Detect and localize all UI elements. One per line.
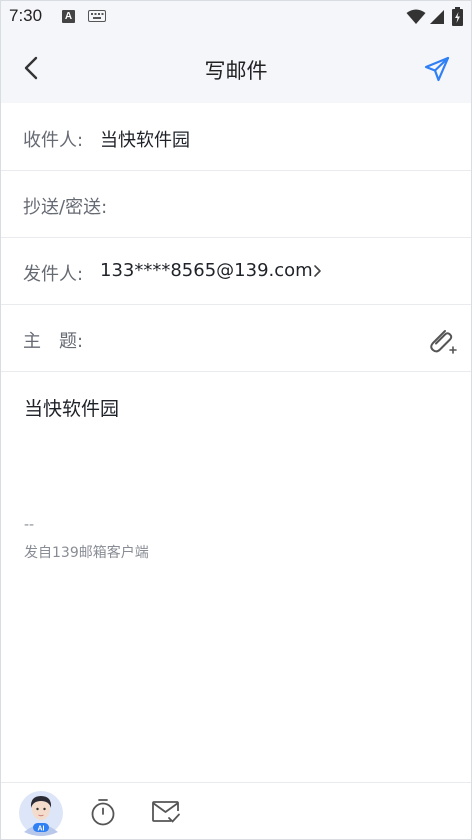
cc-bcc-label: 抄送/密送: [23, 197, 108, 218]
battery-icon [452, 7, 463, 26]
subject-row[interactable]: 主 题: [1, 305, 471, 372]
recipient-row[interactable]: 收件人: 当快软件园 [1, 104, 471, 171]
signature-separator: -- [24, 517, 35, 533]
ai-avatar-icon[interactable]: AI [18, 790, 64, 836]
receipt-envelope-icon[interactable] [151, 799, 181, 825]
app-bar: 写邮件 [1, 33, 471, 103]
subject-label: 主 题: [23, 331, 84, 352]
recipient-chip[interactable]: 当快软件园 [100, 126, 190, 152]
status-a-icon: A [62, 10, 75, 23]
status-time: 7:30 [9, 6, 43, 25]
recipient-label: 收件人: [23, 130, 84, 151]
keyboard-icon [88, 10, 106, 22]
signature-text: 发自139邮箱客户端 [24, 545, 149, 561]
message-body[interactable]: 当快软件园 [24, 394, 119, 421]
attachment-icon[interactable] [425, 325, 459, 355]
status-bar: 7:30 A [1, 1, 471, 33]
sender-row[interactable]: 发件人: 133****8565@139.com [1, 238, 471, 305]
cc-bcc-row[interactable]: 抄送/密送: [1, 171, 471, 238]
chevron-right-icon[interactable] [313, 264, 323, 278]
compose-screen: 7:30 A 写邮件 收件人: 当快软件园 抄送/密送: 发件人: 133***… [0, 0, 472, 840]
signal-icon [430, 10, 444, 24]
sender-label: 发件人: [23, 264, 84, 285]
page-title: 写邮件 [204, 59, 268, 83]
wifi-icon [406, 9, 426, 24]
timer-icon[interactable] [89, 797, 117, 827]
sender-address[interactable]: 133****8565@139.com [100, 260, 313, 281]
send-icon[interactable] [423, 55, 451, 83]
bottom-toolbar: AI [1, 782, 471, 839]
ai-badge: AI [38, 825, 45, 832]
